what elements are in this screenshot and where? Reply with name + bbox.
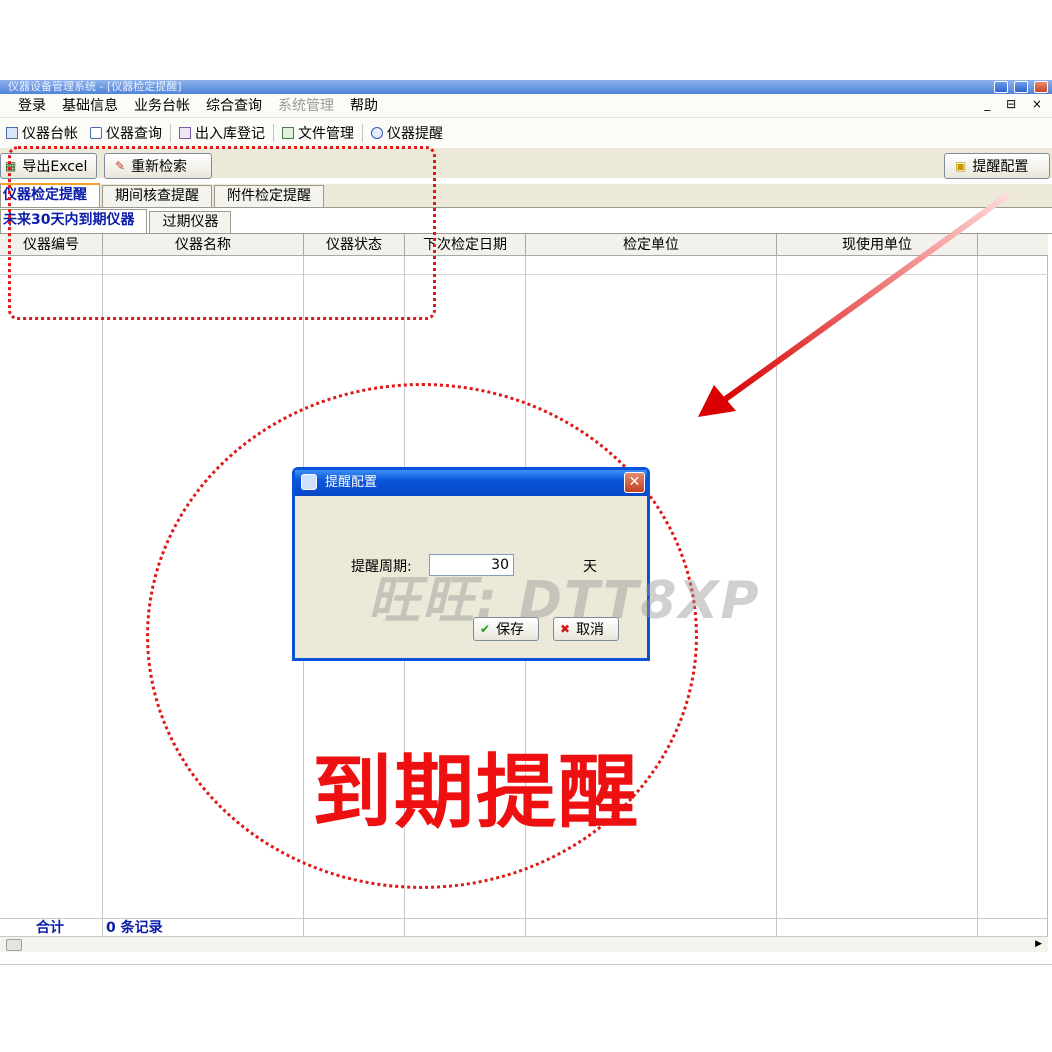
tool-search[interactable]: 仪器查询 <box>84 123 168 143</box>
highlight-rect-annotation <box>8 146 436 320</box>
tool-ledger[interactable]: 仪器台帐 <box>0 123 84 143</box>
grid-footer: 合计 0 条记录 <box>0 918 1048 936</box>
window-title: 仪器设备管理系统 - [仪器检定提醒] <box>8 80 182 93</box>
mdi-controls[interactable]: _ ⊟ × <box>984 97 1048 111</box>
toolbar-separator <box>273 124 274 142</box>
tool-files[interactable]: 文件管理 <box>276 123 360 143</box>
toolbar-separator <box>362 124 363 142</box>
scroll-thumb[interactable] <box>6 939 22 951</box>
dialog-titlebar: 提醒配置 ✕ <box>295 470 647 496</box>
menu-query[interactable]: 综合查询 <box>198 94 270 118</box>
menu-system[interactable]: 系统管理 <box>270 94 342 118</box>
tool-reminder[interactable]: 仪器提醒 <box>365 123 449 143</box>
minimize-button[interactable] <box>994 81 1008 93</box>
toolbar: 仪器台帐 仪器查询 出入库登记 文件管理 仪器提醒 <box>0 119 1052 147</box>
file-icon <box>282 127 294 139</box>
expiry-reminder-headline: 到期提醒 <box>312 746 640 839</box>
search-doc-icon <box>90 127 102 139</box>
menu-bar: 登录 基础信息 业务台帐 综合查询 系统管理 帮助 <box>0 94 1052 118</box>
scroll-right-icon[interactable]: ▶ <box>1035 937 1042 951</box>
close-window-button[interactable] <box>1034 81 1048 93</box>
ledger-icon <box>6 127 18 139</box>
dialog-close-button[interactable]: ✕ <box>624 472 645 493</box>
footer-record-count: 0 条记录 <box>106 920 163 936</box>
window-titlebar: 仪器设备管理系统 - [仪器检定提醒] <box>0 80 1052 94</box>
app-icon <box>301 474 317 490</box>
watermark: 旺旺: DTT8XP <box>368 571 761 631</box>
menu-business-ledger[interactable]: 业务台帐 <box>126 94 198 118</box>
config-icon: ▣ <box>955 159 967 173</box>
dialog-title: 提醒配置 <box>325 475 378 490</box>
horizontal-scrollbar[interactable]: ▶ <box>0 936 1048 952</box>
toolbar-separator <box>170 124 171 142</box>
info-icon <box>371 127 383 139</box>
menu-help[interactable]: 帮助 <box>342 94 386 118</box>
maximize-button[interactable] <box>1014 81 1028 93</box>
col-divider <box>102 256 103 936</box>
status-bar <box>0 964 1052 970</box>
footer-total-label: 合计 <box>36 920 64 936</box>
reminder-config-button[interactable]: ▣ 提醒配置 <box>944 153 1050 179</box>
red-arrow-annotation <box>698 192 1010 417</box>
menu-basic-info[interactable]: 基础信息 <box>54 94 126 118</box>
menu-login[interactable]: 登录 <box>10 94 54 118</box>
tool-inout[interactable]: 出入库登记 <box>173 123 271 143</box>
inout-icon <box>179 127 191 139</box>
